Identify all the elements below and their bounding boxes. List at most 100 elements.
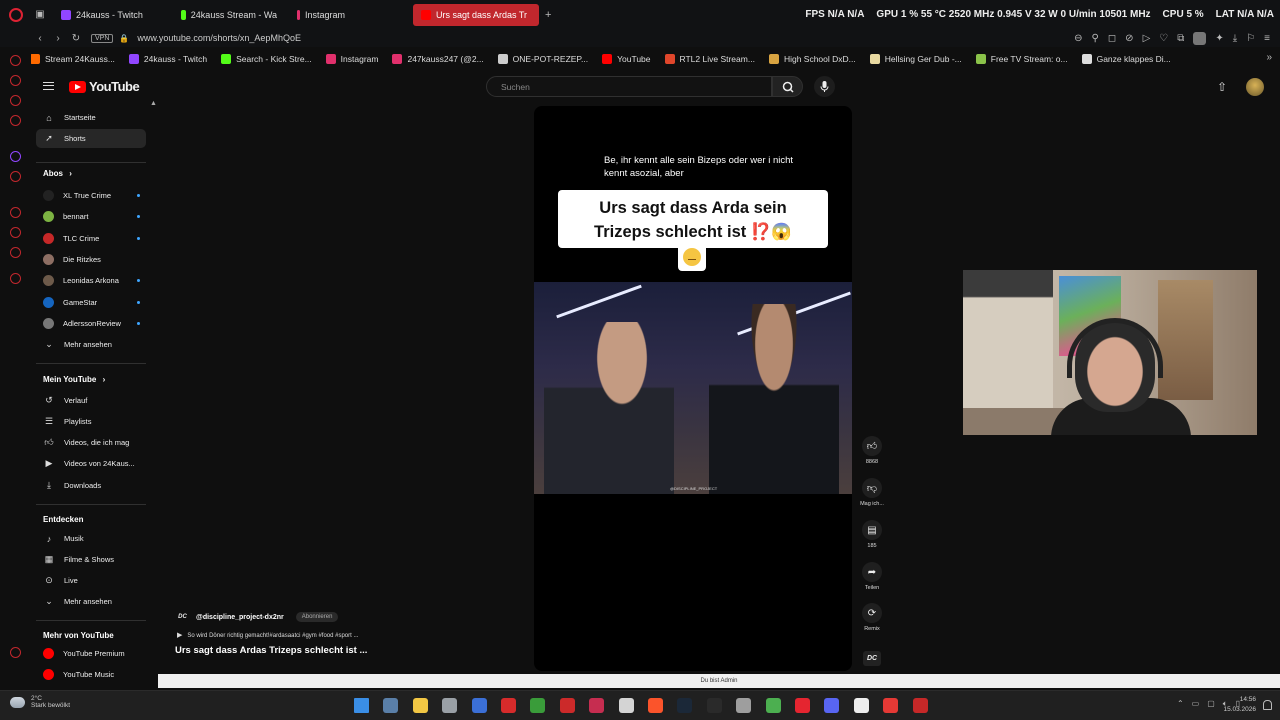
ai-icon[interactable]: ⚐ [1246,33,1255,44]
notification-bell-icon[interactable] [1263,700,1272,710]
share-icon[interactable]: ➦ [862,562,882,582]
sidebar-section-header[interactable]: Mein YouTube › [43,375,105,384]
taskbar-app-calculator-icon[interactable] [383,698,399,713]
thumbs-up-icon[interactable]: 👍︎ [862,436,882,456]
extension-puzzle-icon[interactable]: ✦ [1215,33,1223,44]
gx-icon[interactable] [10,647,21,658]
bookmarks-more-icon[interactable]: » [1266,52,1272,63]
taskbar-app-discord-icon[interactable] [824,698,840,713]
sidebar-item[interactable]: ⌄ Mehr ansehen [36,592,146,611]
weather-widget[interactable]: 2°C Stark bewölkt [10,695,70,709]
browser-tab[interactable]: Instagram [289,4,353,26]
bookmark-item[interactable]: High School DxD... [768,54,856,64]
forward-icon[interactable]: › [49,33,67,44]
bookmark-item[interactable]: ONE-POT-REZEP... [497,54,588,64]
channel-logo[interactable]: DC [175,611,190,623]
sidebar-channel-item[interactable]: XL True Crime [36,186,146,205]
remix-icon[interactable]: ⟳ [862,603,882,623]
sidebar-item[interactable]: ⌂ Startseite [36,108,146,127]
youtube-logo[interactable]: YouTube [69,79,140,94]
taskbar-app-media-icon[interactable] [559,698,575,713]
profile-avatar-icon[interactable] [1193,31,1207,45]
tray-chevron-icon[interactable]: ⌃ [1177,699,1184,709]
taskbar-clock[interactable]: 14:56 15.03.2026 [1223,695,1256,715]
history-sidebar-icon[interactable] [10,227,21,238]
comment-action[interactable]: ▤ 185 [858,520,886,549]
bookmark-item[interactable]: Search - Kick Stre... [221,54,312,64]
sidebar-channel-item[interactable]: Die Ritzkes [36,250,146,269]
account-avatar[interactable] [1246,78,1264,96]
back-icon[interactable]: ‹ [31,33,49,44]
taskbar-app-file-explorer-icon[interactable] [412,698,428,713]
menu-icon[interactable]: ≡ [1264,33,1270,44]
menu-burger-icon[interactable] [43,82,54,90]
music-icon[interactable] [10,115,21,126]
sidebar-item[interactable]: ➚ Shorts [36,129,146,148]
search-button[interactable] [772,76,803,97]
settings-sidebar-icon[interactable] [10,273,21,284]
bookmark-item[interactable]: 24kauss - Twitch [128,54,207,64]
channel-thumbnail-small[interactable]: DC [863,651,881,666]
taskbar-app-vscode-like-icon[interactable] [471,698,487,713]
taskbar-app-epic-icon[interactable] [706,698,722,713]
taskbar-app-gear-app-icon[interactable] [736,698,752,713]
new-tab-button[interactable]: + [545,9,551,21]
screenshot-icon[interactable]: ◻ [1108,33,1116,44]
sidebar-channel-item[interactable]: YouTube Premium [36,644,146,663]
comment-icon[interactable]: ▤ [862,520,882,540]
downloads-sidebar-icon[interactable] [10,247,21,258]
sidebar-item[interactable]: 👍︎ Videos, die ich mag [36,433,146,452]
network-icon[interactable]: ▭ [1192,699,1200,709]
browser-tab[interactable]: 24kauss - Twitch [53,4,169,26]
taskbar-app-red-app-icon[interactable] [501,698,516,713]
taskbar-app-windows-start-icon[interactable] [354,698,369,713]
block-icon[interactable]: ⊘ [1125,33,1133,44]
browser-tab[interactable]: 24kauss Stream - Wa [173,4,285,26]
sidebar-item[interactable]: ▦ Filme & Shows [36,550,146,569]
lock-icon[interactable]: 🔒 [119,34,129,43]
short-video-title[interactable]: Urs sagt dass Ardas Trizeps schlecht ist… [175,645,505,656]
taskbar-app-steam-icon[interactable] [677,698,693,713]
upload-icon[interactable]: ⇧ [1217,80,1227,94]
sidebar-item[interactable]: ☰ Playlists [36,412,146,431]
tab-overview-icon[interactable]: ▣ [31,9,49,20]
bookmark-item[interactable]: RTL2 Live Stream... [664,54,755,64]
download-icon[interactable]: ⤓ [1233,33,1237,44]
voice-search-button[interactable] [814,76,835,97]
taskbar-app-vpn-app-icon[interactable] [618,698,634,713]
workspace-icon[interactable] [10,95,21,106]
subscribe-button[interactable]: Abonnieren [295,612,339,622]
taskbar-app-pdf-icon[interactable] [883,698,899,713]
taskbar-app-recorder-icon[interactable] [589,698,605,713]
bookmark-item[interactable]: 247kauss247 (@2... [392,54,484,64]
sidebar-item[interactable]: ↺ Verlauf [36,391,146,410]
like-action[interactable]: 👍︎ 8868 [858,436,886,465]
sidebar-channel-item[interactable]: TLC Crime [36,229,146,248]
bookmark-item[interactable]: Stream 24Kauss... [30,54,115,64]
youtube-sidebar-icon[interactable] [10,171,21,182]
sidebar-item[interactable]: ⊙ Live [36,571,146,590]
sidebar-item[interactable]: ⤓ Downloads [36,476,146,495]
browser-tab[interactable]: Urs sagt dass Ardas Tr [413,3,539,26]
sidebar-item[interactable]: ♪ Musik [36,529,146,548]
share-action[interactable]: ➦ Teilen [858,562,886,591]
taskbar-app-store-icon[interactable] [530,698,546,713]
sidebar-item[interactable]: ⌄ Mehr ansehen [36,335,146,354]
bookmark-item[interactable]: Instagram [325,54,378,64]
bookmark-item[interactable]: Free TV Stream: o... [975,54,1068,64]
sidebar-channel-item[interactable]: GameStar [36,293,146,312]
bookmark-item[interactable]: Ganze klappes Di... [1081,54,1171,64]
heart-icon[interactable]: ♡ [1159,33,1168,44]
taskbar-app-opera-icon[interactable] [795,698,810,713]
thumbs-down-icon[interactable]: 👎︎ [862,478,882,498]
sidebar-channel-item[interactable]: bennart [36,207,146,226]
sidebar-channel-item[interactable]: AdlerssonReview [36,314,146,333]
bookmark-item[interactable]: Hellsing Ger Dub -... [869,54,962,64]
taskbar-app-chrome-icon[interactable] [765,698,781,713]
sidebar-collapse-icon[interactable]: ▲ [150,100,157,107]
sidebar-channel-item[interactable]: Leonidas Arkona [36,271,146,290]
short-video-player[interactable]: Be, ihr kennt alle sein Bizeps oder wer … [534,106,852,671]
search-input[interactable]: Suchen [486,76,772,97]
vpn-badge[interactable]: VPN [91,33,114,43]
messenger-icon[interactable] [10,75,21,86]
